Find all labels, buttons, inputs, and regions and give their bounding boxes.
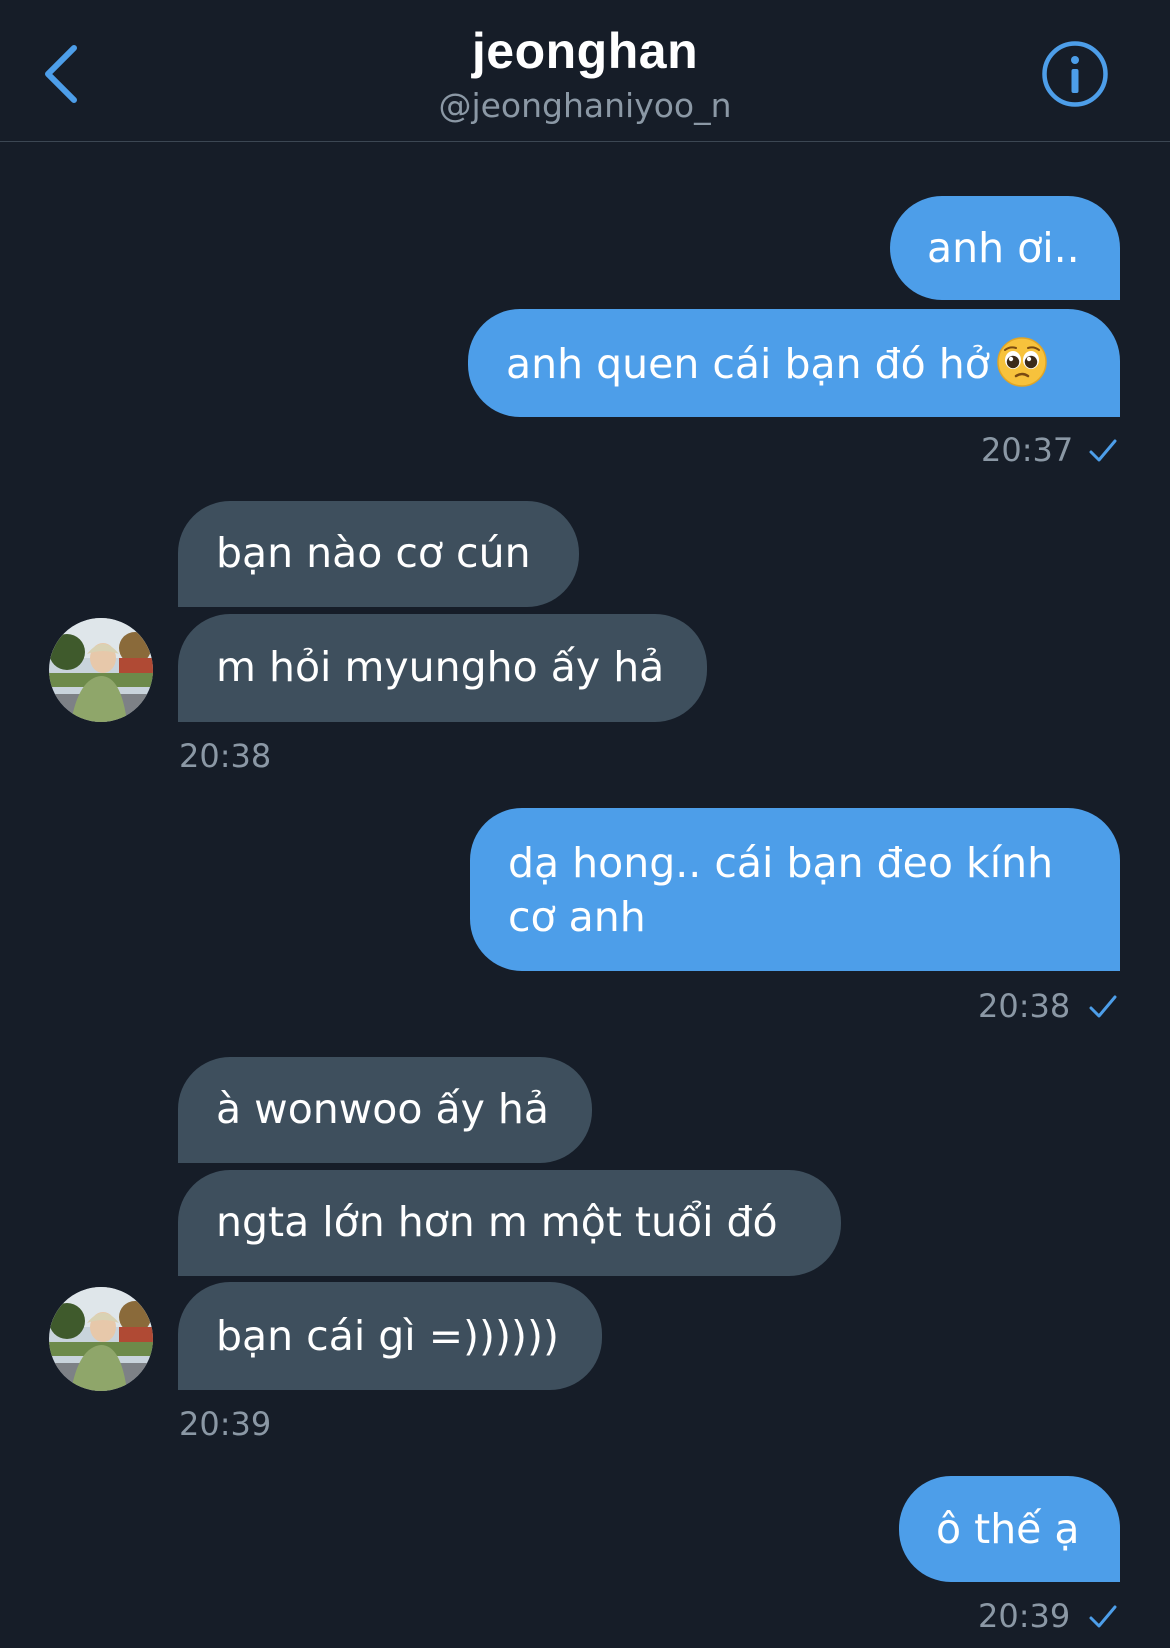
checkmark-read-icon: [1089, 1605, 1117, 1628]
message-bubble[interactable]: ô thế ạ: [899, 1476, 1120, 1582]
message-bubble[interactable]: à wonwoo ấy hả: [178, 1057, 592, 1163]
message-text: m hỏi myungho ấy hả: [216, 643, 665, 691]
message-timestamp: 20:37: [981, 431, 1074, 469]
message-text: ô thế ạ: [936, 1505, 1080, 1553]
contact-avatar-icon: [49, 1287, 153, 1391]
checkmark-read-icon: [1089, 439, 1117, 462]
message-bubble[interactable]: m hỏi myungho ấy hả: [178, 614, 707, 722]
message-text-line: cơ anh: [508, 893, 646, 941]
message-bubble[interactable]: anh quen cái bạn đó hở: [468, 309, 1120, 417]
contact-handle: @jeonghaniyoo_n: [438, 86, 732, 125]
avatar[interactable]: [49, 618, 153, 722]
message-bubble[interactable]: dạ hong.. cái bạn đeo kính cơ anh: [470, 808, 1120, 971]
info-icon: [1042, 41, 1108, 107]
message-text: bạn cái gì =)))))): [216, 1312, 560, 1360]
message-text: anh quen cái bạn đó hở: [506, 340, 990, 388]
message-timestamp: 20:39: [978, 1597, 1071, 1635]
info-button[interactable]: [1041, 40, 1109, 108]
contact-avatar-icon: [49, 618, 153, 722]
message-timestamp: 20:38: [978, 987, 1071, 1025]
conversation-header: jeonghan @jeonghaniyoo_n: [0, 0, 1170, 142]
message-bubble[interactable]: ngta lớn hơn m một tuổi đó: [178, 1170, 841, 1276]
checkmark-read-icon: [1089, 995, 1117, 1018]
message-text: ngta lớn hơn m một tuổi đó: [216, 1198, 778, 1246]
message-text-line: dạ hong.. cái bạn đeo kính: [508, 839, 1054, 887]
message-bubble[interactable]: bạn nào cơ cún: [178, 501, 579, 607]
message-bubble[interactable]: bạn cái gì =)))))): [178, 1282, 602, 1390]
message-bubble[interactable]: anh ơi..: [890, 196, 1120, 300]
message-text: anh ơi..: [927, 224, 1080, 272]
avatar[interactable]: [49, 1287, 153, 1391]
pleading-face-emoji-icon: [997, 337, 1047, 387]
message-text: bạn nào cơ cún: [216, 529, 531, 577]
contact-name[interactable]: jeonghan: [0, 22, 1170, 80]
message-text: à wonwoo ấy hả: [216, 1085, 550, 1133]
message-timestamp: 20:38: [179, 737, 272, 775]
message-timestamp: 20:39: [179, 1405, 272, 1443]
